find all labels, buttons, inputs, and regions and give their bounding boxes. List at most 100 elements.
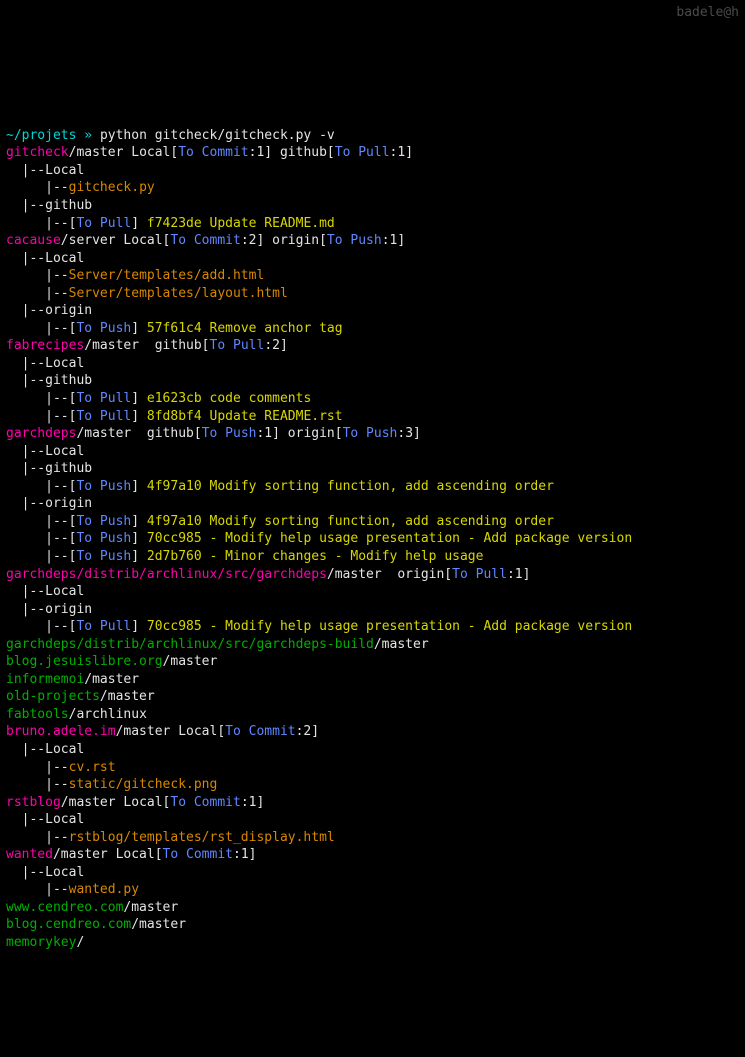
text-segment: /master origin[ [327,567,452,582]
output-line: |--Server/templates/add.html [6,267,739,285]
text-segment: gitcheck.py [69,180,155,195]
output-line: |--Local [6,583,739,601]
text-segment: cv.rst [69,760,116,775]
text-segment: ] [131,549,147,564]
cwd: ~/projets [6,128,76,143]
output-line: wanted/master Local[To Commit:1] [6,846,739,864]
text-segment: |--[ [6,549,76,564]
output-line: memorykey/ [6,934,739,952]
text-segment: ] [131,531,147,546]
text-segment: |--Local [6,444,84,459]
text-segment: |--origin [6,496,92,511]
output-line: www.cendreo.com/master [6,899,739,917]
text-segment: :1] [382,233,405,248]
text-segment: rstblog/templates/rst_display.html [69,830,335,845]
output-lines: gitcheck/master Local[To Commit:1] githu… [6,144,739,951]
output-line: |--Server/templates/layout.html [6,285,739,303]
output-line: |--Local [6,811,739,829]
text-segment: :1] origin[ [256,426,342,441]
output-line: blog.jesuislibre.org/master [6,653,739,671]
text-segment: |--Local [6,584,84,599]
text-segment: ] [131,479,147,494]
text-segment: :1] [241,795,264,810]
text-segment: To Push [343,426,398,441]
text-segment: To Pull [76,391,131,406]
text-segment: ] [131,391,147,406]
text-segment: To Push [327,233,382,248]
text-segment: :2] [264,338,287,353]
text-segment: |-- [6,830,69,845]
text-segment: 2d7b760 - Minor changes - Modify help us… [147,549,484,564]
text-segment: |--[ [6,479,76,494]
text-segment: |--[ [6,531,76,546]
output-line: garchdeps/distrib/archlinux/src/garchdep… [6,566,739,584]
text-segment: To Commit [170,795,240,810]
output-line: garchdeps/distrib/archlinux/src/garchdep… [6,636,739,654]
output-line: |--origin [6,495,739,513]
output-line: |--Local [6,741,739,759]
text-segment: /archlinux [69,707,147,722]
prompt-sep: » [84,128,92,143]
output-line: gitcheck/master Local[To Commit:1] githu… [6,144,739,162]
text-segment: |--github [6,373,92,388]
text-segment: /master [100,689,155,704]
output-line: bruno.adele.im/master Local[To Commit:2] [6,723,739,741]
text-segment: Server/templates/add.html [69,268,265,283]
text-segment: 70cc985 - Modify help usage presentation… [147,531,632,546]
text-segment: To Pull [76,619,131,634]
text-segment: 70cc985 - Modify help usage presentation… [147,619,632,634]
output-line: |--[To Pull] f7423de Update README.md [6,215,739,233]
text-segment: /master Local[ [61,795,171,810]
text-segment: |-- [6,286,69,301]
output-line: |--rstblog/templates/rst_display.html [6,829,739,847]
output-line: |--[To Pull] 8fd8bf4 Update README.rst [6,408,739,426]
user-host: badele@h [676,4,739,22]
text-segment: Server/templates/layout.html [69,286,288,301]
text-segment: /master Local[ [69,145,179,160]
text-segment: To Commit [225,724,295,739]
text-segment: |-- [6,882,69,897]
text-segment: To Push [76,549,131,564]
text-segment: 4f97a10 Modify sorting function, add asc… [147,514,554,529]
text-segment: www.cendreo.com [6,900,123,915]
text-segment: fabtools [6,707,69,722]
text-segment: garchdeps/distrib/archlinux/src/garchdep… [6,567,327,582]
text-segment: To Push [76,479,131,494]
text-segment: static/gitcheck.png [69,777,218,792]
terminal-output: ~/projets » python gitcheck/gitcheck.py … [6,109,739,969]
text-segment: wanted.py [69,882,139,897]
text-segment: gitcheck [6,145,69,160]
text-segment: rstblog [6,795,61,810]
output-line: |--[To Pull] 70cc985 - Modify help usage… [6,618,739,636]
text-segment: ] [131,619,147,634]
output-line: |--[To Push] 2d7b760 - Minor changes - M… [6,548,739,566]
text-segment: /master [163,654,218,669]
text-segment: :1] [507,567,530,582]
text-segment: |-- [6,180,69,195]
command: python gitcheck/gitcheck.py -v [100,128,335,143]
text-segment: |--github [6,198,92,213]
text-segment: To Commit [178,145,248,160]
text-segment: f7423de Update README.md [147,216,335,231]
text-segment: :2] origin[ [241,233,327,248]
prompt-line: ~/projets » python gitcheck/gitcheck.py … [6,127,739,145]
text-segment: /master [131,917,186,932]
text-segment: :3] [397,426,420,441]
text-segment: /master Local[ [116,724,226,739]
output-line: rstblog/master Local[To Commit:1] [6,794,739,812]
text-segment: /master [374,637,429,652]
output-line: |--Local [6,864,739,882]
output-line: blog.cendreo.com/master [6,916,739,934]
text-segment: |--Local [6,251,84,266]
output-line: |--github [6,372,739,390]
text-segment: garchdeps/distrib/archlinux/src/garchdep… [6,637,374,652]
output-line: |--[To Push] 57f61c4 Remove anchor tag [6,320,739,338]
text-segment: |--Local [6,356,84,371]
text-segment: |-- [6,268,69,283]
text-segment: To Pull [76,216,131,231]
output-line: |--Local [6,355,739,373]
text-segment: /master [84,672,139,687]
output-line: |--origin [6,302,739,320]
text-segment: |--origin [6,303,92,318]
output-line: |--gitcheck.py [6,179,739,197]
